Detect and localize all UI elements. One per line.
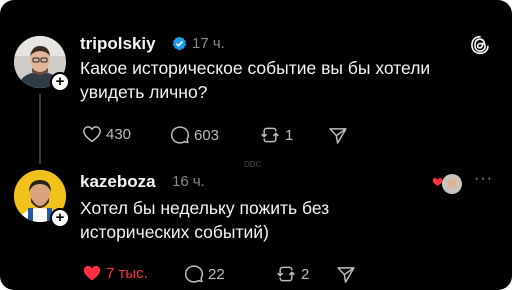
post1-time: 17 ч. — [192, 35, 225, 52]
post2-text: Хотел бы недельку пожить без исторически… — [80, 198, 330, 242]
follow-plus-button[interactable]: + — [50, 72, 70, 92]
post1-like-count: 430 — [106, 125, 132, 143]
post2-username[interactable]: kazeboza — [80, 172, 156, 192]
post1-text: Какое историческое событие вы бы хотели … — [80, 58, 431, 102]
heart-icon — [83, 126, 101, 143]
post1-repost-count: 1 — [285, 126, 294, 144]
post1-like-button[interactable]: 430 — [82, 125, 131, 143]
post2-repost-button[interactable]: 2 — [275, 264, 309, 284]
comment-bubble-icon — [170, 126, 190, 144]
threads-logo-icon[interactable] — [469, 34, 491, 56]
post1-comment-count: 603 — [194, 126, 220, 144]
post1-repost-button[interactable]: 1 — [259, 125, 293, 145]
post1-comment-button[interactable]: 603 — [170, 125, 219, 145]
post2-like-count: 7 тыс. — [106, 264, 148, 282]
repost-icon — [277, 266, 295, 282]
post1-share-button[interactable] — [328, 126, 352, 146]
more-dots-icon[interactable]: ··· — [474, 170, 493, 188]
post2-comment-count: 22 — [208, 265, 225, 283]
threads-feed: + tripolskiy 17 ч. Какое историческое со… — [0, 0, 512, 290]
post1-username[interactable]: tripolskiy — [80, 34, 156, 54]
liked-by-author-icon — [432, 174, 462, 194]
heart-filled-icon — [83, 265, 101, 281]
post2-share-button[interactable] — [336, 265, 360, 285]
post2-comment-button[interactable]: 22 — [184, 264, 225, 284]
comment-bubble-icon — [184, 265, 204, 283]
watermark-text: DDC — [244, 160, 262, 169]
post2-like-button[interactable]: 7 тыс. — [82, 264, 148, 282]
share-send-icon — [337, 267, 355, 283]
verified-badge-icon — [172, 36, 187, 51]
post2-repost-count: 2 — [301, 265, 310, 283]
post2-time: 16 ч. — [172, 173, 205, 190]
thread-connector-line — [39, 94, 41, 164]
follow-plus-button[interactable]: + — [50, 208, 70, 228]
repost-icon — [261, 127, 279, 143]
share-send-icon — [329, 128, 347, 144]
